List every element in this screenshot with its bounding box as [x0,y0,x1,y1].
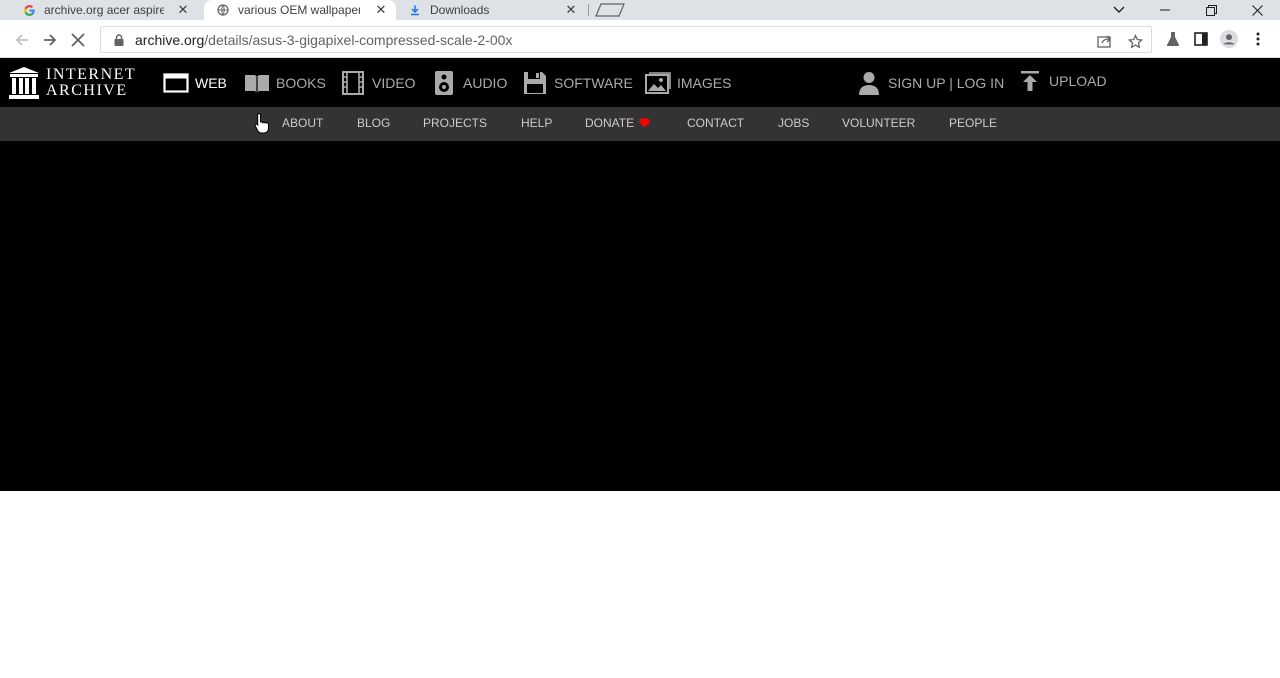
chevron-down-icon [1113,6,1125,13]
ia-logo-text: INTERNET ARCHIVE [46,67,136,99]
nav-audio[interactable]: AUDIO [431,70,507,96]
web-icon [163,70,189,96]
donate-label: DONATE [585,116,635,130]
nav-label: VIDEO [372,75,416,91]
address-bar[interactable]: archive.org/details/asus-3-gigapixel-com… [100,26,1152,53]
close-tab-icon[interactable]: ✕ [176,3,190,17]
page-body [0,491,1280,678]
tab-oem-wallpapers[interactable]: various OEM wallpaper ✕ [204,0,396,20]
close-window-button[interactable] [1234,0,1280,20]
close-icon [1251,4,1263,16]
nav-software[interactable]: SOFTWARE [522,70,633,96]
restore-icon [1205,4,1217,16]
tab-search-button[interactable] [1096,0,1142,20]
nav-label: AUDIO [463,75,508,91]
arrow-left-icon [15,34,28,46]
account-label: SIGN UP | LOG IN [888,75,1005,91]
tab-archive-search[interactable]: archive.org acer aspire ✕ [12,0,198,20]
lock-icon [112,33,126,47]
minimize-icon [1160,9,1170,11]
share-icon[interactable] [1096,33,1112,49]
tab-strip: archive.org acer aspire ✕ various OEM wa… [0,0,1280,20]
ia-logo[interactable]: INTERNET ARCHIVE [9,66,136,100]
logo-line-1: INTERNET [46,66,137,83]
books-icon [244,70,270,96]
arrow-right-icon [44,34,57,46]
logo-line-2: ARCHIVE [46,82,128,99]
image-icon [645,70,671,96]
tab-separator [588,4,589,16]
close-tab-icon[interactable]: ✕ [374,3,388,17]
side-panel-icon[interactable] [1192,30,1210,48]
archive-building-icon [9,67,39,99]
ia-top-nav: INTERNET ARCHIVE WEB BOOKS VIDEO AUDIO S… [0,58,1280,107]
speaker-icon [431,70,457,96]
tab-title: various OEM wallpaper [238,3,360,17]
tab-title: archive.org acer aspire [44,3,164,17]
subnav-projects[interactable]: PROJECTS [423,116,487,130]
globe-icon [216,3,230,17]
tab-downloads[interactable]: Downloads ✕ [400,0,586,20]
url-text: archive.org/details/asus-3-gigapixel-com… [135,32,512,48]
profile-avatar-icon[interactable] [1220,30,1238,48]
subnav-people[interactable]: PEOPLE [949,116,997,130]
download-icon [408,3,422,17]
subnav-donate[interactable]: DONATE [585,116,650,130]
nav-images[interactable]: IMAGES [645,70,731,96]
forward-button[interactable] [38,28,62,52]
user-icon [856,70,882,96]
nav-label: SOFTWARE [554,75,633,91]
hand-cursor-icon [254,112,270,134]
close-tab-icon[interactable]: ✕ [564,3,578,17]
bookmark-star-icon[interactable] [1127,33,1143,49]
subnav-help[interactable]: HELP [521,116,552,130]
upload-label: UPLOAD [1049,73,1107,89]
tab-title: Downloads [430,3,490,17]
sign-up-log-in[interactable]: SIGN UP | LOG IN [856,70,1004,96]
browser-toolbar: archive.org/details/asus-3-gigapixel-com… [0,20,1280,58]
menu-kebab-icon[interactable] [1249,30,1267,48]
nav-web[interactable]: WEB [163,70,227,96]
back-button[interactable] [10,28,34,52]
subnav-contact[interactable]: CONTACT [687,116,744,130]
minimize-button[interactable] [1142,0,1188,20]
url-path: /details/asus-3-gigapixel-compressed-sca… [204,31,513,48]
subnav-volunteer[interactable]: VOLUNTEER [842,116,915,130]
subnav-jobs[interactable]: JOBS [778,116,809,130]
nav-video[interactable]: VIDEO [340,70,416,96]
heart-icon [639,118,650,128]
nav-books[interactable]: BOOKS [244,70,326,96]
upload-icon [1017,68,1043,94]
stop-icon [71,33,85,47]
nav-label: BOOKS [276,75,326,91]
upload-button[interactable]: UPLOAD [1017,68,1107,94]
film-icon [340,70,366,96]
new-tab-button[interactable] [594,2,626,18]
nav-label: WEB [195,75,227,91]
ia-sub-nav: ABOUT BLOG PROJECTS HELP DONATE CONTACT … [0,107,1280,141]
media-viewer[interactable] [0,141,1280,491]
nav-label: IMAGES [677,75,732,91]
google-icon [22,3,36,17]
subnav-blog[interactable]: BLOG [357,116,390,130]
labs-flask-icon[interactable] [1164,30,1182,48]
restore-button[interactable] [1188,0,1234,20]
url-domain: archive.org [135,31,205,48]
subnav-about[interactable]: ABOUT [282,116,323,130]
floppy-icon [522,70,548,96]
stop-button[interactable] [66,28,90,52]
